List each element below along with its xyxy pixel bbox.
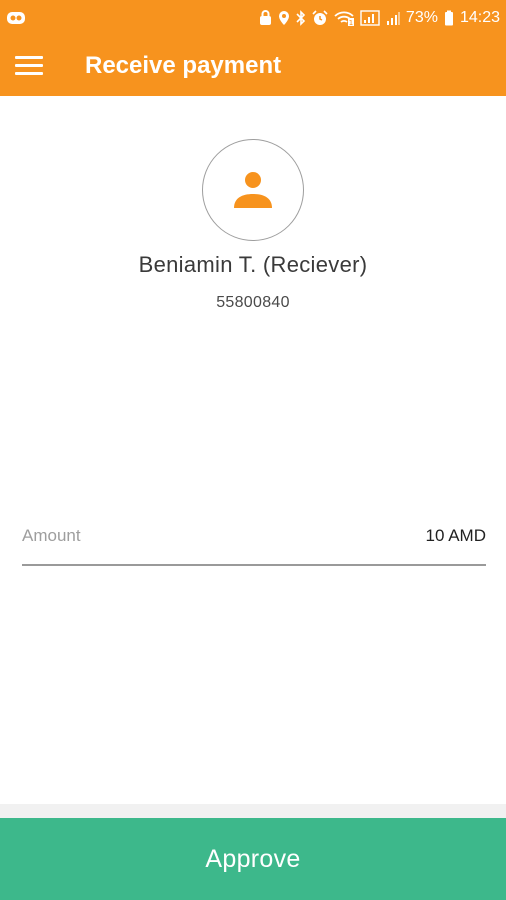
hamburger-menu-icon	[15, 55, 43, 76]
hamburger-menu-button[interactable]	[0, 35, 58, 96]
app-bar: 1 73% 14:23 Receive payment	[0, 0, 506, 96]
avatar	[202, 139, 304, 241]
amount-value[interactable]: 10 AMD	[426, 526, 486, 546]
battery-percent: 73%	[405, 8, 438, 26]
wifi-icon: 1	[334, 11, 354, 26]
receiver-phone: 55800840	[216, 294, 290, 311]
svg-text:1: 1	[349, 19, 353, 26]
status-time: 14:23	[459, 8, 500, 26]
toolbar: Receive payment	[0, 35, 506, 96]
signal-icon-2	[386, 11, 400, 25]
receiver-profile: Beniamin T. (Reciever) 55800840	[0, 139, 506, 312]
alarm-icon	[312, 9, 328, 25]
battery-icon	[444, 10, 453, 25]
person-icon	[234, 172, 272, 208]
divider	[0, 804, 506, 818]
status-bar: 1 73% 14:23	[0, 0, 506, 35]
location-icon	[278, 10, 289, 25]
signal-icon	[360, 9, 380, 26]
approve-button[interactable]: Approve	[0, 818, 506, 900]
bluetooth-icon	[296, 9, 306, 26]
receiver-name: Beniamin T. (Reciever)	[138, 252, 368, 277]
amount-field[interactable]: Amount 10 AMD	[22, 520, 486, 566]
page-title: Receive payment	[85, 51, 282, 79]
amount-label: Amount	[22, 526, 81, 545]
lock-icon	[259, 9, 271, 25]
go-icon	[7, 11, 25, 24]
